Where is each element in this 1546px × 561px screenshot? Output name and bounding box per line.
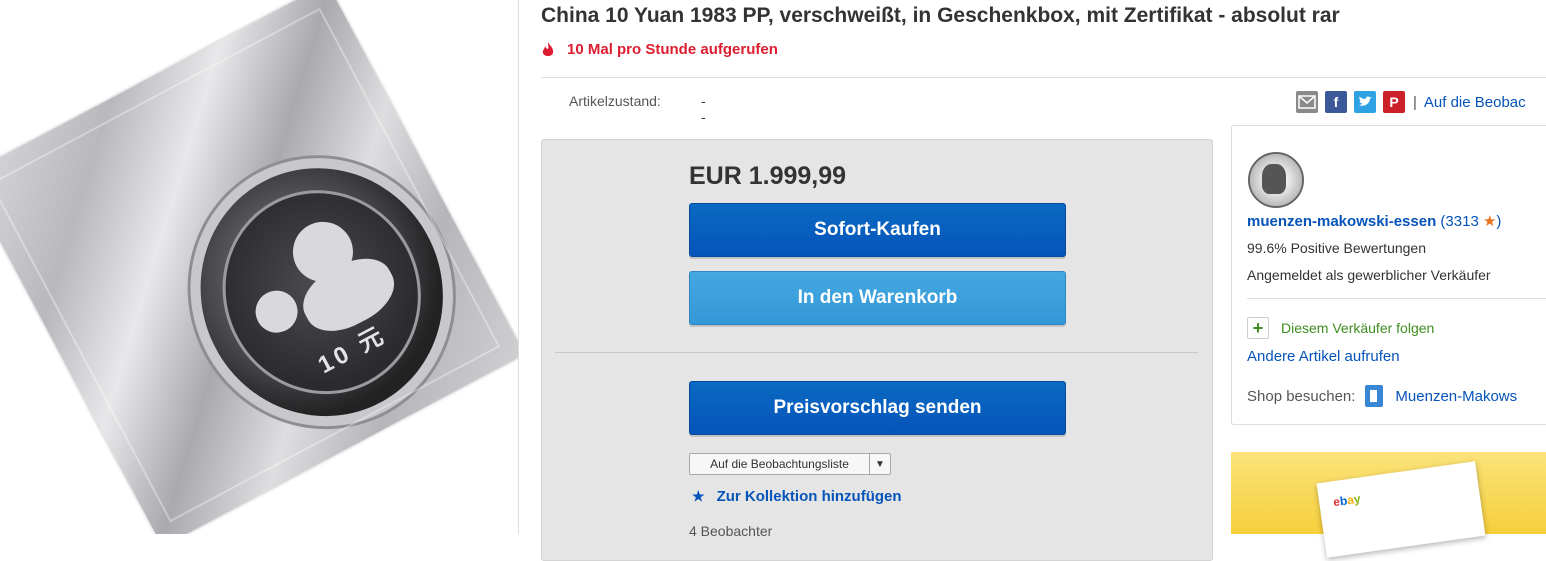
visit-shop-row: Shop besuchen: Muenzen-Makows	[1247, 385, 1517, 407]
shop-label: Shop besuchen:	[1247, 387, 1356, 405]
product-image-foil: 10 元	[0, 0, 518, 534]
facebook-icon[interactable]: f	[1325, 91, 1347, 113]
watchlist-dropdown[interactable]: Auf die Beobachtungsliste ▼	[689, 453, 891, 475]
add-to-collection-link[interactable]: ★ Zur Kollektion hinzufügen	[692, 488, 902, 505]
panda-small	[248, 283, 305, 341]
pinterest-icon[interactable]: P	[1383, 91, 1405, 113]
feedback-close: )	[1496, 213, 1502, 230]
panda-body	[292, 246, 405, 344]
seller-logo	[1248, 152, 1304, 208]
seller-name-row: muenzen-makowski-essen (3313 ★)	[1247, 212, 1501, 230]
coin-image: 10 元	[143, 111, 500, 473]
ad-banner[interactable]: ebay	[1231, 452, 1546, 558]
seller-panel: muenzen-makowski-essen (3313 ★) 99.6% Po…	[1231, 125, 1546, 425]
follow-seller-link[interactable]: + Diesem Verkäufer folgen	[1247, 317, 1434, 339]
seller-name-link[interactable]: muenzen-makowski-essen	[1247, 213, 1436, 230]
views-notice: 10 Mal pro Stunde aufgerufen	[541, 41, 778, 58]
store-icon	[1365, 385, 1384, 407]
share-separator: |	[1413, 93, 1417, 111]
seller-divider	[1247, 298, 1546, 299]
feedback-score[interactable]: (3313	[1440, 213, 1478, 230]
add-to-cart-button[interactable]: In den Warenkorb	[689, 271, 1066, 325]
coin-face: 10 元	[186, 155, 457, 430]
watch-link[interactable]: Auf die Beobac	[1424, 94, 1526, 111]
views-text: 10 Mal pro Stunde aufgerufen	[567, 41, 778, 58]
feedback-star-icon: ★	[1482, 213, 1497, 230]
registered-business-text: Angemeldet als gewerblicher Verkäufer	[1247, 267, 1491, 283]
listing-title: China 10 Yuan 1983 PP, verschweißt, in G…	[541, 4, 1340, 27]
buy-now-button[interactable]: Sofort-Kaufen	[689, 203, 1066, 257]
condition-row: Artikelzustand: --	[569, 93, 706, 125]
product-image-panel[interactable]: 10 元	[0, 0, 519, 534]
collection-label: Zur Kollektion hinzufügen	[716, 488, 902, 505]
positive-feedback-text: 99.6% Positive Bewertungen	[1247, 240, 1426, 256]
plus-icon: +	[1247, 317, 1269, 339]
watchers-count: 4 Beobachter	[689, 523, 773, 539]
ad-card-image: ebay	[1316, 461, 1486, 558]
shop-name-link[interactable]: Muenzen-Makows	[1395, 388, 1517, 405]
buy-box: EUR 1.999,99 Sofort-Kaufen In den Warenk…	[541, 139, 1213, 561]
title-divider	[541, 77, 1546, 78]
coin-value-text: 10 元	[313, 320, 392, 380]
follow-label: Diesem Verkäufer folgen	[1281, 320, 1435, 336]
share-row: f P | Auf die Beobac	[1296, 91, 1526, 113]
twitter-icon[interactable]	[1354, 91, 1376, 113]
price: EUR 1.999,99	[689, 162, 847, 190]
buybox-divider	[555, 352, 1198, 353]
watchlist-label: Auf die Beobachtungsliste	[710, 457, 849, 471]
star-icon: ★	[692, 488, 705, 504]
panda-large	[282, 211, 364, 293]
other-items-link[interactable]: Andere Artikel aufrufen	[1247, 348, 1400, 365]
chevron-down-icon[interactable]: ▼	[869, 454, 890, 474]
condition-value: --	[701, 93, 706, 125]
email-icon[interactable]	[1296, 91, 1318, 113]
condition-label: Artikelzustand:	[569, 93, 661, 109]
flame-icon	[542, 41, 554, 56]
ebay-logo: ebay	[1332, 491, 1362, 510]
make-offer-button[interactable]: Preisvorschlag senden	[689, 381, 1066, 435]
